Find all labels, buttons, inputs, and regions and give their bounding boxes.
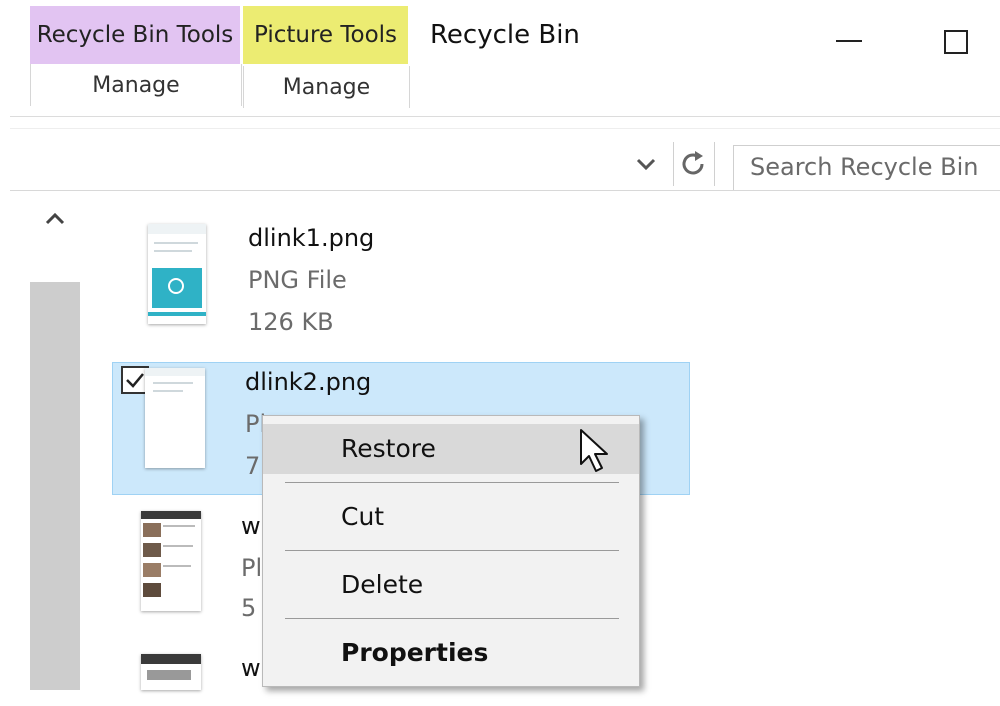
file-size: 5 <box>241 594 257 622</box>
ribbon-divider <box>10 116 1000 117</box>
tab-manage-recycle[interactable]: Manage <box>30 64 242 106</box>
refresh-button[interactable] <box>673 142 715 186</box>
tab-picture-tools[interactable]: Picture Tools <box>243 6 408 64</box>
file-thumbnail[interactable] <box>145 368 205 468</box>
menu-separator <box>285 482 619 483</box>
menu-item-label: Delete <box>341 570 424 599</box>
minimize-icon[interactable] <box>836 40 862 42</box>
menu-separator <box>285 618 619 619</box>
menu-item-delete[interactable]: Delete <box>263 560 639 610</box>
scroll-up-icon[interactable] <box>40 204 70 234</box>
file-size: 126 KB <box>248 308 334 336</box>
file-name[interactable]: w <box>241 512 261 540</box>
mouse-cursor-icon <box>580 429 608 472</box>
ribbon-divider-2 <box>10 128 1000 129</box>
menu-item-label: Cut <box>341 502 385 531</box>
file-thumbnail[interactable] <box>141 511 201 611</box>
address-divider <box>10 190 1000 191</box>
maximize-icon[interactable] <box>944 30 968 54</box>
chevron-down-icon[interactable] <box>632 150 660 178</box>
file-thumbnail[interactable] <box>141 654 201 690</box>
file-name[interactable]: w <box>241 654 261 682</box>
menu-item-label: Properties <box>341 638 489 667</box>
file-name[interactable]: dlink2.png <box>245 368 371 396</box>
menu-item-label: Restore <box>341 434 436 463</box>
file-name[interactable]: dlink1.png <box>248 224 374 252</box>
search-box[interactable] <box>733 145 1000 191</box>
search-input[interactable] <box>748 146 992 188</box>
menu-item-cut[interactable]: Cut <box>263 492 639 542</box>
scrollbar-thumb[interactable] <box>30 282 80 690</box>
file-type: PNG File <box>248 266 347 294</box>
menu-item-properties[interactable]: Properties <box>263 628 639 678</box>
file-thumbnail[interactable] <box>148 224 206 324</box>
refresh-icon <box>682 151 704 175</box>
tab-manage-picture[interactable]: Manage <box>243 66 410 108</box>
menu-separator <box>285 550 619 551</box>
file-size: 7 <box>245 452 261 480</box>
tab-recycle-bin-tools[interactable]: Recycle Bin Tools <box>30 6 240 64</box>
file-type: Pl <box>241 554 263 582</box>
window-title: Recycle Bin <box>430 20 580 50</box>
